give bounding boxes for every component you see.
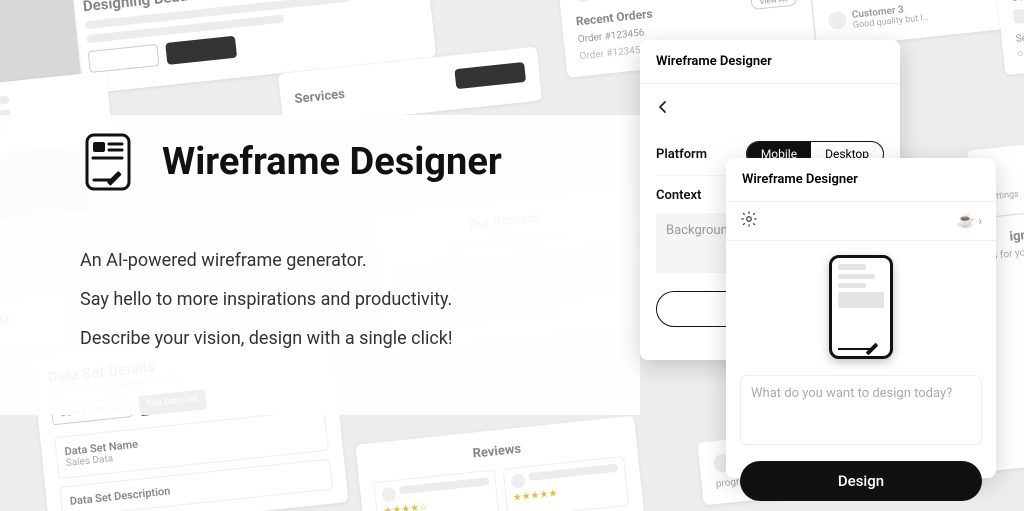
bg-confirm-pass: Confirm your pass — [1011, 0, 1024, 4]
bg-excellent: Excellent service — [601, 0, 669, 1]
hero-line2: Say hello to more inspirations and produ… — [80, 289, 453, 310]
hero-line3: Describe your vision, design with a sing… — [80, 328, 453, 349]
gear-icon[interactable] — [740, 210, 758, 232]
hero-title-block: Wireframe Designer — [80, 130, 502, 194]
coffee-icon: ☕ — [957, 213, 974, 229]
hero-description: An AI-powered wireframe generator. Say h… — [80, 250, 453, 349]
prompt-textarea[interactable]: What do you want to design today? — [740, 375, 982, 445]
config-panel-title: Wireframe Designer — [640, 40, 900, 84]
bg-dsdesc-label: Data Set Description — [69, 468, 323, 507]
design-button[interactable]: Design — [740, 461, 982, 501]
bg-product2: Product 2 — [825, 0, 869, 2]
prompt-panel-title: Wireframe Designer — [726, 158, 996, 202]
bg-services: Services — [294, 86, 346, 106]
hero-line1: An AI-powered wireframe generator. — [80, 250, 453, 271]
chevron-right-icon: › — [978, 214, 982, 228]
bg-view-all: View All — [750, 0, 798, 10]
coffee-link[interactable]: ☕ › — [957, 213, 982, 229]
phone-preview — [726, 241, 996, 365]
bg-recent-orders: Recent Orders — [575, 6, 653, 28]
hero-title: Wireframe Designer — [162, 140, 502, 184]
back-icon[interactable] — [656, 98, 670, 119]
platform-label: Platform — [656, 147, 707, 162]
hero-logo-icon — [80, 130, 136, 194]
prompt-panel: Wireframe Designer ☕ › What do you want … — [726, 158, 996, 478]
